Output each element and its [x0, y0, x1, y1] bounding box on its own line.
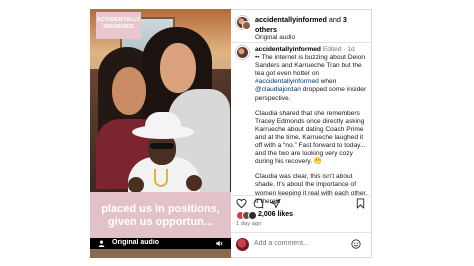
brand-logo: ACCIDENTALLY INFORMED	[96, 12, 141, 39]
cowboy-hat-brim	[132, 125, 194, 139]
video-caption-line-2: given us opportun...	[107, 216, 214, 228]
caption-time: 1d	[347, 46, 355, 53]
bookmark-icon[interactable]	[355, 198, 366, 209]
share-icon[interactable]	[270, 198, 281, 209]
instagram-post: ACCIDENTALLY INFORMED placed us in posit…	[0, 0, 474, 266]
person-right-face	[160, 43, 196, 93]
speaker-icon[interactable]	[215, 240, 223, 247]
caption-hashtag[interactable]: #accidentallyinformed	[255, 78, 319, 85]
viewer-avatar	[236, 238, 249, 251]
collaborator-avatar[interactable]	[242, 21, 251, 30]
author-username[interactable]: accidentallyinformed	[255, 15, 327, 24]
media-audio-label: Original audio	[112, 239, 222, 246]
actions-divider	[231, 195, 372, 196]
liker-avatar	[248, 211, 257, 220]
header-audio[interactable]: Original audio	[255, 34, 295, 41]
post-caption: accidentallyinformed Edited · 1d •• The …	[255, 46, 368, 213]
comment-input[interactable]	[254, 240, 344, 247]
hand-left	[128, 177, 144, 193]
user-icon[interactable]	[98, 240, 105, 247]
hand-right	[186, 175, 202, 191]
comment-divider	[231, 232, 372, 233]
video-caption-line-1: placed us in positions,	[101, 203, 220, 215]
post-authors[interactable]: accidentallyinformed and 3 others	[255, 15, 367, 34]
caption-paragraph-2: Claudia shared that she remembers Tracey…	[255, 109, 366, 166]
caption-text-b: when	[318, 78, 337, 86]
comment-icon[interactable]	[253, 198, 264, 209]
post-actions	[231, 198, 372, 210]
caption-avatar[interactable]	[236, 46, 249, 59]
media-audio-text: Original audio	[112, 239, 160, 246]
authors-and: and	[328, 15, 341, 24]
header-divider	[231, 42, 372, 43]
emoji-icon[interactable]	[351, 239, 361, 249]
video-caption-band	[90, 192, 231, 238]
heart-icon[interactable]	[236, 198, 247, 209]
chain-necklace	[154, 169, 168, 187]
likes-count[interactable]: 2,006 likes	[258, 211, 293, 218]
sunglasses	[150, 143, 174, 149]
post-date[interactable]: 1 day ago	[236, 221, 261, 227]
caption-paragraph-1: accidentallyinformed Edited · 1d •• The …	[255, 46, 367, 102]
brand-logo-line1: ACCIDENTALLY	[96, 17, 141, 23]
caption-text-a: •• The internet is buzzing about Deion S…	[255, 54, 366, 78]
caption-edited: Edited	[322, 46, 342, 53]
person-left-face	[112, 67, 146, 115]
brand-logo-line2: INFORMED	[103, 23, 134, 30]
caption-mention[interactable]: @claudiajordan	[255, 86, 301, 93]
caption-username[interactable]: accidentallyinformed	[255, 46, 321, 53]
